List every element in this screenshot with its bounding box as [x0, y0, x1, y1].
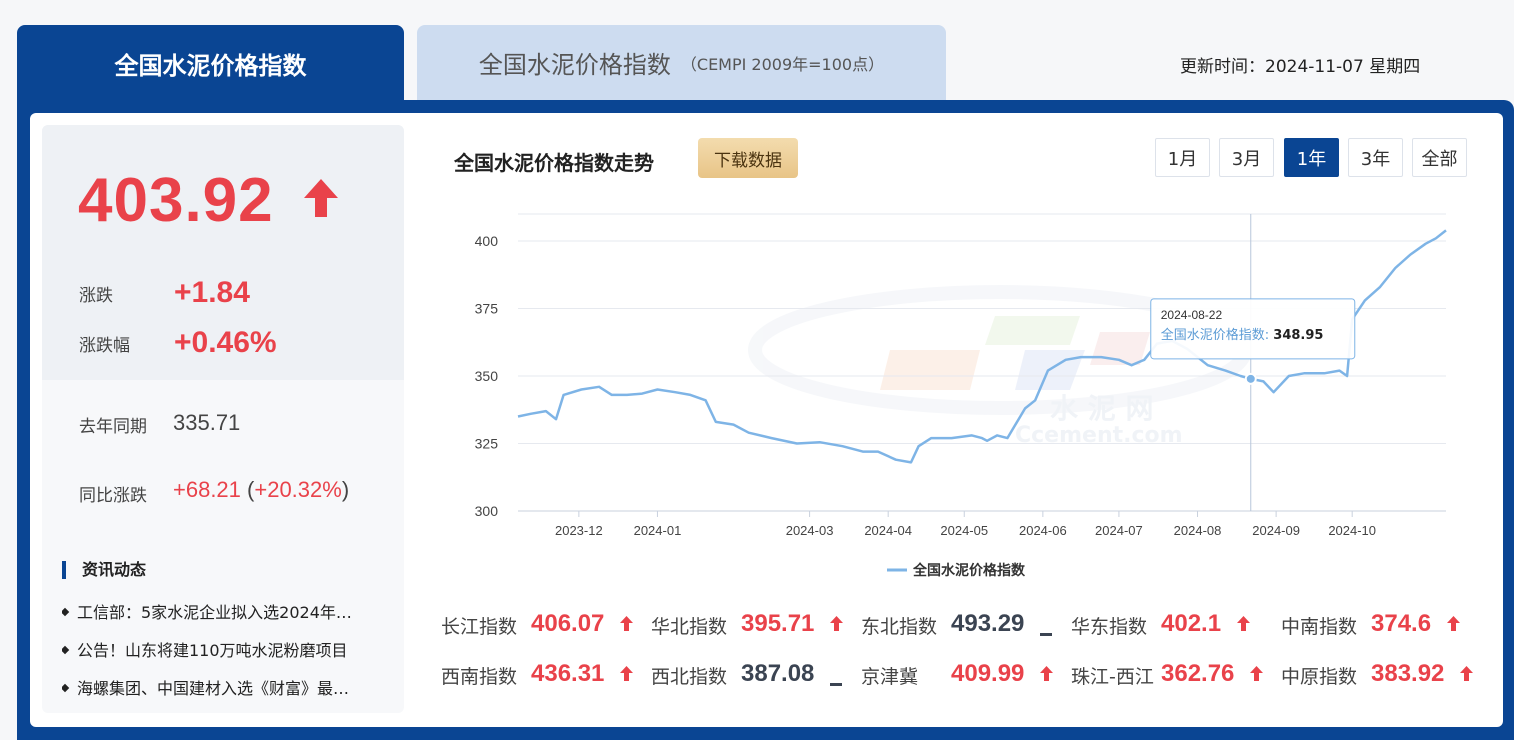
flat-dash-icon [830, 672, 842, 691]
tab-cempi-subtitle: （CEMPI 2009年=100点） [680, 54, 885, 74]
tab-national-index[interactable]: 全国水泥价格指数 [17, 25, 404, 105]
up-arrow-icon [620, 666, 633, 685]
y-tick-label: 325 [475, 436, 499, 452]
summary-panel: 403.92 涨跌 +1.84 涨跌幅 +0.46% 去年同期 335.71 同… [42, 125, 404, 713]
change-label: 涨跌 [79, 286, 113, 306]
news-item[interactable]: 公告！山东将建110万吨水泥粉磨项目 [62, 637, 392, 661]
tooltip-date: 2024-08-22 [1161, 308, 1223, 322]
y-tick-label: 350 [475, 368, 499, 384]
y-axis-ticks: 300 325 350 375 400 [475, 233, 499, 519]
tooltip-label: 全国水泥价格指数 [1161, 327, 1265, 343]
download-data-button[interactable]: 下载数据 [698, 138, 798, 178]
range-button-1m[interactable]: 1月 [1155, 138, 1210, 177]
up-arrow-icon [830, 616, 843, 635]
up-arrow-icon [1250, 666, 1263, 685]
bullet-icon [62, 607, 70, 616]
up-arrow-icon [1446, 616, 1460, 635]
regional-index-value: 362.76 [1161, 660, 1235, 687]
regional-index-name: 东北指数 [861, 616, 938, 638]
news-title: 资讯动态 [62, 561, 146, 579]
chart-title: 全国水泥价格指数走势 [454, 151, 654, 175]
news-item-text: 公告！山东将建110万吨水泥粉磨项目 [77, 641, 348, 660]
watermark-en: Ccement.com [1015, 423, 1183, 448]
regional-index-name: 珠江-西江 [1071, 666, 1154, 688]
last-year-label: 去年同期 [79, 417, 147, 437]
range-button-3y[interactable]: 3年 [1348, 138, 1403, 177]
regional-index-name: 华东指数 [1071, 616, 1148, 638]
range-button-3m[interactable]: 3月 [1219, 138, 1274, 177]
up-arrow-icon [1236, 616, 1250, 635]
regional-index-value: 409.99 [951, 660, 1025, 687]
tab-cempi-index[interactable]: 全国水泥价格指数 （CEMPI 2009年=100点） [417, 25, 946, 100]
regional-index-value: 383.92 [1371, 660, 1445, 687]
x-axis-ticks: 2023-12 2024-01 2024-03 2024-04 2024-05 2024-… [555, 511, 1376, 538]
regional-index-name: 京津冀 [861, 666, 919, 688]
x-tick-label: 2024-09 [1252, 523, 1300, 538]
current-index-value: 403.92 [78, 166, 274, 235]
index-trend-chart[interactable]: 水 泥 网 Ccement.com 300 325 350 375 400 2023-1… [440, 190, 1470, 590]
regional-index-value: 402.1 [1161, 610, 1222, 637]
regional-index-value: 395.71 [741, 610, 815, 637]
update-time: 更新时间：2024-11-07 星期四 [1180, 57, 1421, 77]
range-button-1y[interactable]: 1年 [1284, 138, 1339, 177]
regional-index-name: 中南指数 [1281, 616, 1358, 638]
regional-index-name: 长江指数 [441, 616, 518, 638]
x-tick-label: 2024-04 [864, 523, 912, 538]
news-item[interactable]: 工信部：5家水泥企业拟入选2024年… [62, 599, 392, 623]
yoy-value-group: +68.21 (+20.32%) [173, 477, 349, 503]
yoy-paren-close: ) [341, 477, 350, 502]
regional-index-value: 406.07 [531, 610, 605, 637]
tooltip-point[interactable] [1244, 372, 1257, 385]
x-tick-label: 2024-01 [634, 523, 682, 538]
yoy-label: 同比涨跌 [79, 486, 147, 506]
up-arrow-icon [620, 616, 633, 635]
up-arrow-icon [1460, 666, 1473, 685]
regional-index-value: 493.29 [951, 610, 1025, 637]
regional-index-value: 436.31 [531, 660, 605, 687]
change-pct-value: +0.46% [174, 326, 277, 359]
news-item-text: 工信部：5家水泥企业拟入选2024年… [77, 603, 352, 622]
x-tick-label: 2024-07 [1095, 523, 1143, 538]
y-tick-label: 400 [475, 233, 499, 249]
x-tick-label: 2024-10 [1328, 523, 1376, 538]
x-tick-label: 2024-05 [940, 523, 988, 538]
tooltip-row: 全国水泥价格指数: 348.95 [1161, 327, 1324, 343]
regional-index-name: 华北指数 [651, 616, 728, 638]
tab-cempi-title: 全国水泥价格指数 [478, 51, 671, 79]
legend-label: 全国水泥价格指数 [912, 562, 1026, 579]
yoy-value: +68.21 [173, 477, 241, 502]
x-tick-label: 2024-08 [1174, 523, 1222, 538]
flat-dash-icon [1040, 622, 1052, 641]
up-arrow-icon [1040, 666, 1053, 685]
y-tick-label: 375 [475, 301, 499, 317]
bullet-icon [62, 683, 70, 692]
up-arrow-icon [304, 179, 338, 217]
chart-tooltip: 2024-08-22 全国水泥价格指数: 348.95 [1150, 298, 1356, 360]
regional-index-name: 西南指数 [441, 666, 518, 688]
regional-index-value: 387.08 [741, 660, 815, 687]
news-item[interactable]: 海螺集团、中国建材入选《财富》最… [62, 675, 392, 699]
x-tick-label: 2024-06 [1019, 523, 1067, 538]
tooltip-value: 348.95 [1273, 328, 1323, 343]
x-tick-label: 2023-12 [555, 523, 603, 538]
chart-gridlines [518, 213, 1446, 512]
x-tick-label: 2024-03 [786, 523, 834, 538]
y-tick-label: 300 [475, 503, 499, 519]
regional-index-name: 西北指数 [651, 666, 728, 688]
change-value: +1.84 [174, 276, 250, 309]
change-pct-label: 涨跌幅 [79, 336, 130, 356]
yoy-pct: +20.32% [254, 477, 342, 502]
bullet-icon [62, 645, 70, 654]
yoy-paren-open: ( [240, 477, 255, 502]
last-year-value: 335.71 [173, 410, 241, 435]
chart-legend[interactable]: 全国水泥价格指数 [887, 562, 1026, 579]
news-item-text: 海螺集团、中国建材入选《财富》最… [77, 679, 350, 698]
range-button-all[interactable]: 全部 [1412, 138, 1467, 177]
regional-index-name: 中原指数 [1281, 666, 1358, 688]
regional-index-value: 374.6 [1371, 610, 1432, 637]
watermark-cn: 水 泥 网 [1050, 392, 1154, 425]
